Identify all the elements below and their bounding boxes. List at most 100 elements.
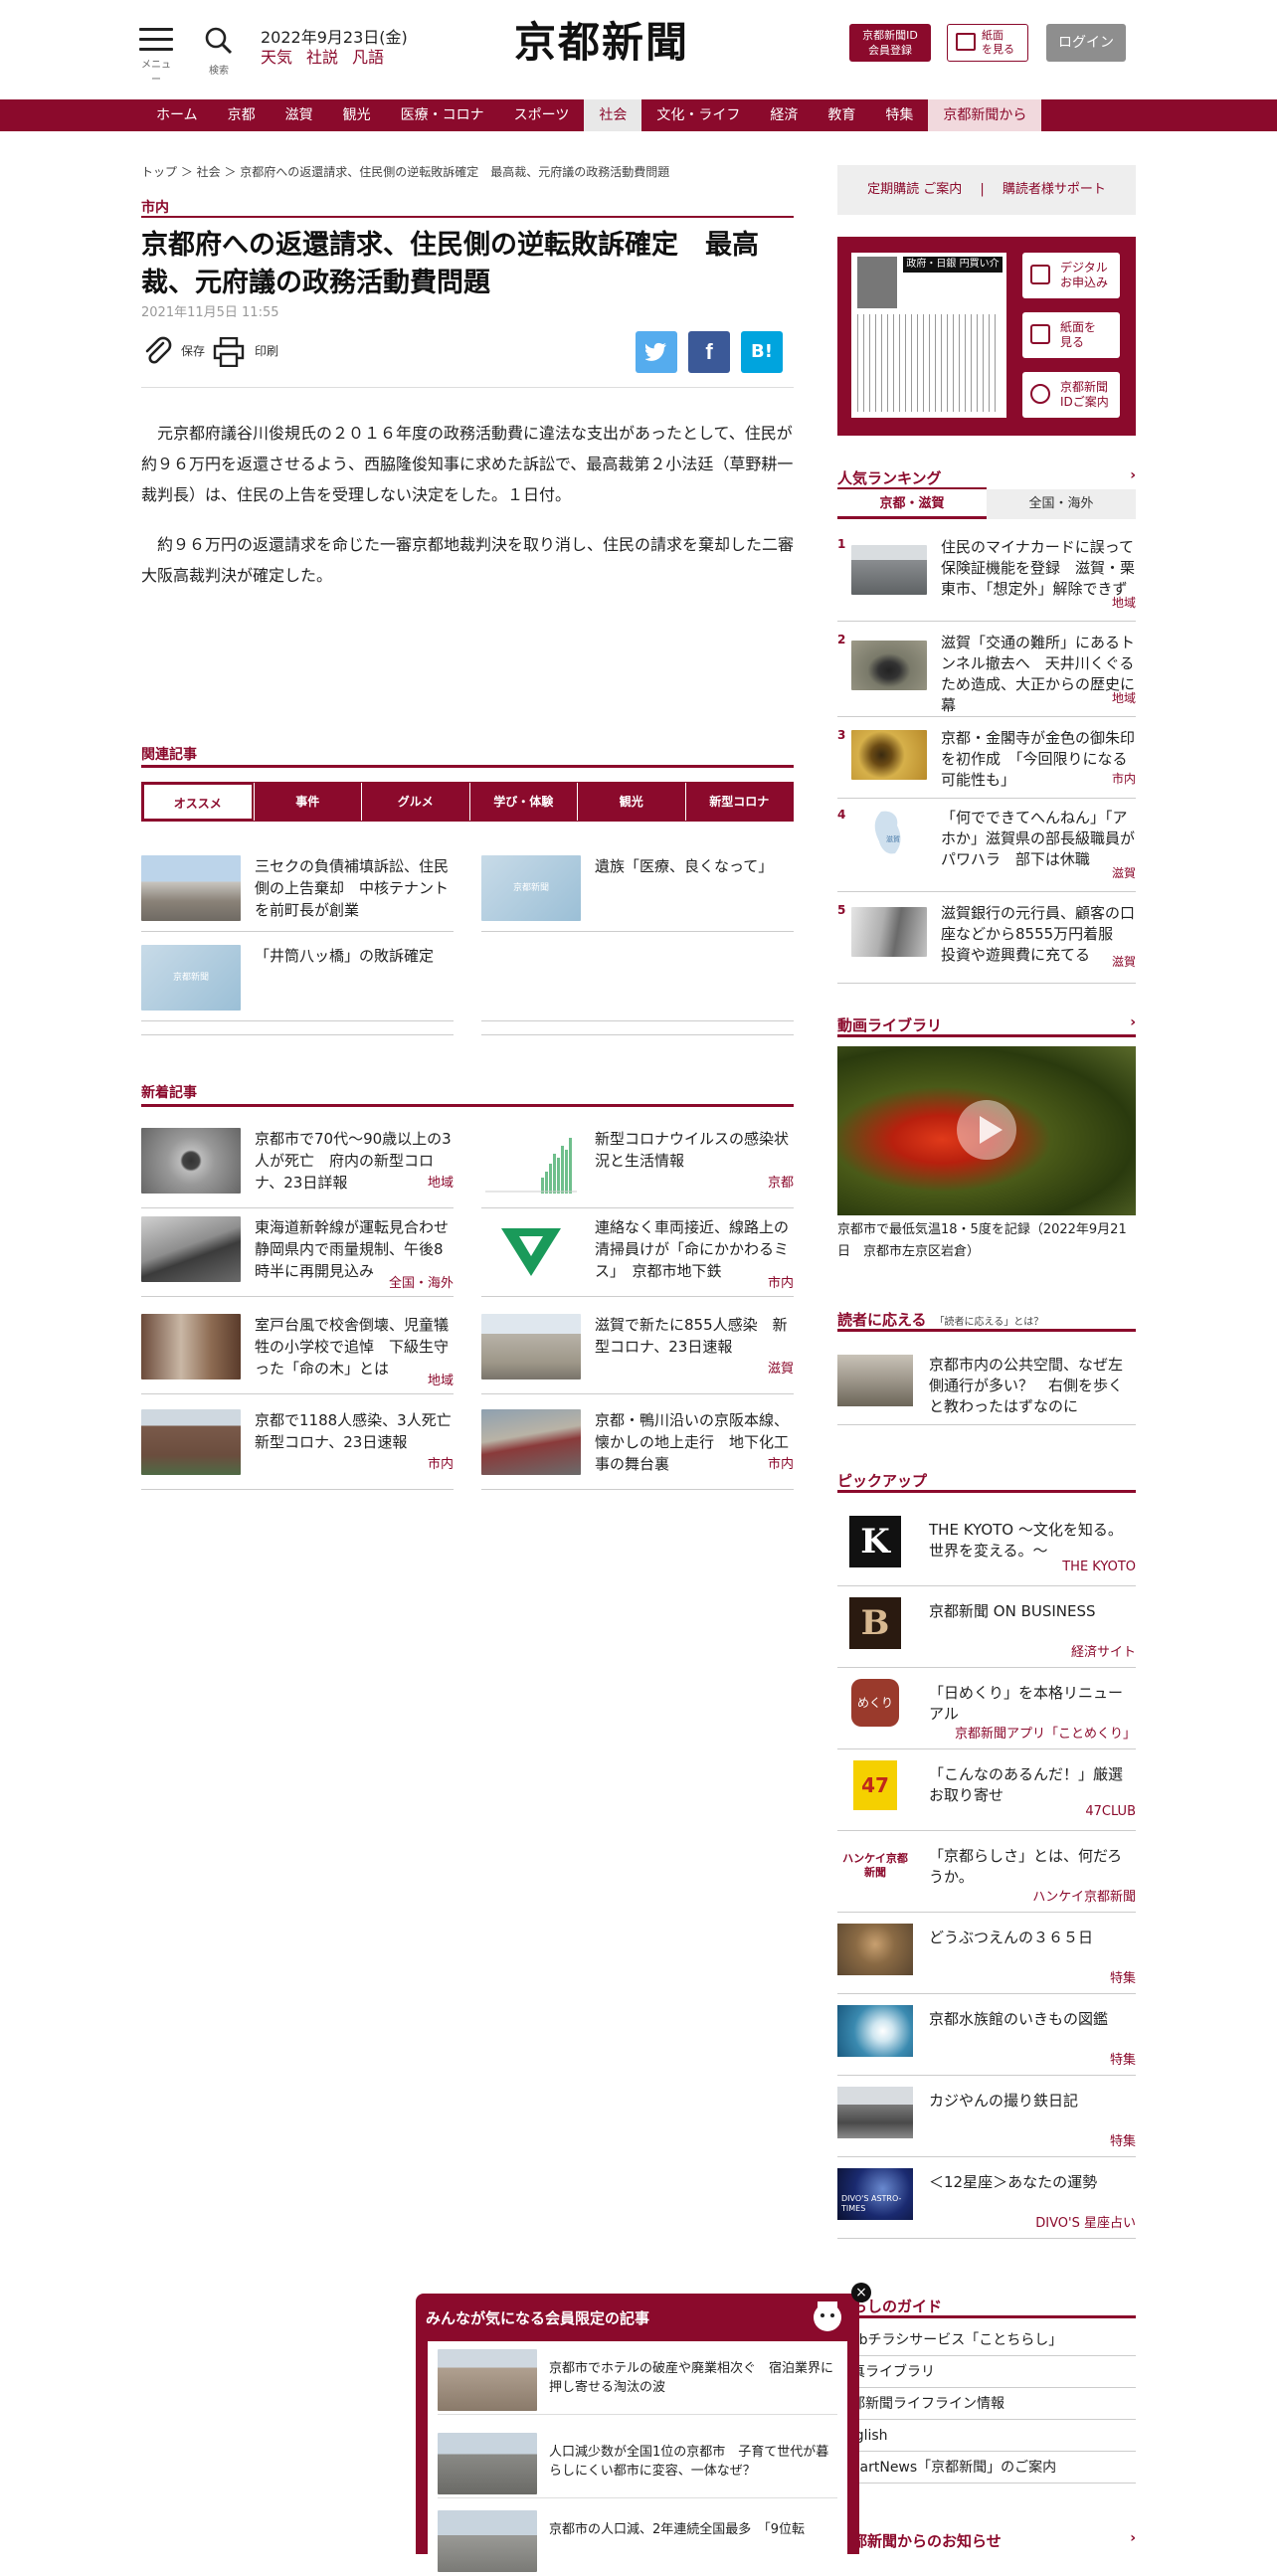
latest-tag[interactable]: 市内 [768, 1453, 794, 1472]
nav-culture[interactable]: 文化・ライフ [641, 99, 755, 131]
tab-learning[interactable]: 学び・体験 [468, 783, 577, 821]
related-item[interactable]: 京都新聞 「井筒八ッ橋」の敗訴確定 [141, 945, 454, 1021]
digital-subscribe-button[interactable]: デジタル お申込み [1022, 253, 1120, 298]
ranking-tag[interactable]: 滋賀 [1112, 864, 1136, 881]
guide-item[interactable]: 京都新聞ライフライン情報 [837, 2389, 1136, 2420]
pickup-item[interactable]: どうぶつえんの３６５日 特集 [837, 1924, 1136, 1994]
save-label[interactable]: 保存 [181, 335, 205, 367]
latest-item[interactable]: 室戸台風で校舎倒壊、児童犠牲の小学校で追悼 下級生守った「命の木」とは 地域 [141, 1314, 454, 1394]
hatena-bookmark-button[interactable]: B! [741, 331, 783, 373]
pickup-tag[interactable]: 47CLUB [1085, 1804, 1136, 1819]
pickup-item[interactable]: カジやんの撮り鉄日記 特集 [837, 2087, 1136, 2157]
latest-tag[interactable]: 京都 [768, 1172, 794, 1191]
nav-sports[interactable]: スポーツ [499, 99, 585, 131]
pickup-item[interactable]: K THE KYOTO ～文化を知る。世界を変える。～ THE KYOTO [837, 1516, 1136, 1586]
nav-from-kyoto-np[interactable]: 京都新聞から [928, 99, 1042, 131]
popup-article[interactable]: 京都市でホテルの破産や廃業相次ぐ 宿泊業界に押し寄せる淘汰の波 [438, 2341, 837, 2415]
guide-item[interactable]: SmartNews「京都新聞」のご案内 [837, 2453, 1136, 2484]
pickup-item[interactable]: 47 「こんなのあるんだ！」厳選お取り寄せ 47CLUB [837, 1760, 1136, 1831]
popup-article[interactable]: 人口減少数が全国1位の京都市 子育て世代が暮らしにくい都市に変容、一体なぜ？ [438, 2425, 837, 2498]
article-category[interactable]: 市内 [141, 197, 169, 217]
play-icon[interactable] [955, 1098, 1018, 1162]
latest-tag[interactable]: 市内 [768, 1272, 794, 1291]
breadcrumb[interactable]: トップ ＞ 社会 ＞ 京都府への返還請求、住民側の逆転敗訴確定 最高裁、元府議の… [141, 163, 669, 180]
ranking-tag[interactable]: 市内 [1112, 770, 1136, 787]
search-button[interactable]: 検索 [201, 26, 237, 77]
tab-kyoto-shiga[interactable]: 京都・滋賀 [837, 489, 987, 519]
nav-home[interactable]: ホーム [141, 99, 213, 131]
readers-about-link[interactable]: 「読者に応える」とは？ [935, 1317, 1044, 1328]
nav-medical[interactable]: 医療・コロナ [386, 99, 499, 131]
latest-item[interactable]: 京都で1188人感染、3人死亡 新型コロナ、23日速報 市内 [141, 1409, 466, 1490]
popup-article[interactable]: 京都市の人口減、2年連続全国最多 「9位転 [438, 2502, 837, 2576]
nav-society[interactable]: 社会 [584, 99, 642, 131]
subscription-link[interactable]: 定期購読 ご案内 [867, 182, 962, 197]
weather-link[interactable]: 天気 [261, 48, 292, 67]
print-icon[interactable] [213, 337, 245, 367]
bongo-link[interactable]: 凡語 [352, 48, 384, 67]
ranking-item[interactable]: 2 滋賀「交通の難所」にあるトンネル撤去へ 天井川くぐるため造成、大正からの歴史… [837, 633, 1136, 717]
reader-support-link[interactable]: 購読者様サポート [1003, 182, 1106, 197]
guide-item[interactable]: 写真ライブラリ [837, 2357, 1136, 2388]
ranking-item[interactable]: 3 京都・金閣寺が金色の御朱印を初作成 「今回限りになる可能性も」 市内 [837, 728, 1136, 799]
pickup-item[interactable]: 京都水族館のいきもの図鑑 特集 [837, 2005, 1136, 2076]
pickup-item[interactable]: B 京都新聞 ON BUSINESS 経済サイト [837, 1597, 1136, 1668]
notice-heading[interactable]: 京都新聞からのお知らせ › [837, 2530, 1136, 2551]
latest-item[interactable]: 京都市で70代～90歳以上の3人が死亡 府内の新型コロナ、23日詳報 地域 [141, 1128, 454, 1208]
pickup-tag[interactable]: DIVO'S 星座占い [1035, 2212, 1136, 2231]
view-paper-side-button[interactable]: 紙面を 見る [1022, 312, 1120, 358]
nav-economy[interactable]: 経済 [755, 99, 813, 131]
latest-tag[interactable]: 滋賀 [768, 1358, 794, 1377]
menu-button[interactable]: メニュー [139, 28, 173, 86]
readers-heading[interactable]: 読者に応える 「読者に応える」とは？ [837, 1309, 1136, 1330]
tab-incidents[interactable]: 事件 [253, 783, 361, 821]
site-logo[interactable]: 京都新聞 [497, 18, 706, 68]
latest-tag[interactable]: 全国・海外 [389, 1272, 454, 1291]
tab-tourism[interactable]: 観光 [577, 783, 685, 821]
facebook-share-button[interactable]: f [688, 331, 730, 373]
latest-tag[interactable]: 地域 [428, 1370, 454, 1388]
nav-shiga[interactable]: 滋賀 [271, 99, 328, 131]
latest-item[interactable]: 東海道新幹線が運転見合わせ 静岡県内で雨量規制、午後8時半に再開見込み 全国・海… [141, 1216, 463, 1297]
ranking-item[interactable]: 5 滋賀銀行の元行員、顧客の口座などから8555万円着服 投資や遊興費に充てる … [837, 903, 1136, 984]
latest-item[interactable]: 京都・鴨川沿いの京阪本線、懐かしの地上走行 地下化工事の舞台裏 市内 [481, 1409, 794, 1490]
print-label[interactable]: 印刷 [255, 335, 278, 367]
latest-item[interactable]: 滋賀で新たに855人感染 新型コロナ、23日速報 滋賀 [481, 1314, 794, 1394]
twitter-share-button[interactable] [636, 331, 677, 373]
pickup-tag[interactable]: ハンケイ京都新聞 [1032, 1886, 1136, 1905]
latest-item[interactable]: 連絡なく車両接近、線路上の清掃員けが「命にかかわるミス」 京都市地下鉄 市内 [481, 1216, 794, 1297]
id-info-button[interactable]: 京都新聞 IDご案内 [1022, 372, 1120, 418]
ranking-tag[interactable]: 地域 [1112, 594, 1136, 611]
pickup-tag[interactable]: 特集 [1110, 2130, 1136, 2149]
video-thumbnail[interactable] [837, 1046, 1136, 1215]
pickup-tag[interactable]: 京都新聞アプリ「ことめくり」 [955, 1723, 1136, 1742]
nav-tourism[interactable]: 観光 [328, 99, 386, 131]
guide-item[interactable]: English [837, 2421, 1136, 2452]
popup-close-button[interactable]: × [851, 2283, 871, 2302]
ranking-tag[interactable]: 地域 [1112, 689, 1136, 706]
latest-tag[interactable]: 市内 [428, 1453, 454, 1472]
video-caption[interactable]: 京都市で最低気温18・5度を記録（2022年9月21日 京都市左京区岩倉） [837, 1219, 1136, 1263]
readers-item[interactable]: 京都市内の公共空間、なぜ左側通行が多い？ 右側を歩くと教わったはずなのに [837, 1355, 1136, 1425]
tab-gourmet[interactable]: グルメ [361, 783, 469, 821]
pickup-item[interactable]: ハンケイ京都新聞 「京都らしさ」とは、何だろうか。 ハンケイ京都新聞 [837, 1842, 1136, 1913]
guide-item[interactable]: Webチラシサービス「ことちらし」 [837, 2325, 1136, 2356]
nav-education[interactable]: 教育 [813, 99, 870, 131]
view-paper-button[interactable]: 紙面 を見る [947, 24, 1028, 62]
related-item[interactable]: 京都新聞 遺族「医療、良くなって」 [481, 855, 794, 932]
nav-features[interactable]: 特集 [870, 99, 928, 131]
ranking-heading[interactable]: 人気ランキング › [837, 467, 1136, 488]
pickup-tag[interactable]: 特集 [1110, 2049, 1136, 2068]
login-button[interactable]: ログイン [1046, 24, 1126, 62]
ranking-item[interactable]: 1 住民のマイナカードに誤って保険証機能を登録 滋賀・栗東市、「想定外」解除でき… [837, 537, 1136, 622]
tab-covid[interactable]: 新型コロナ [684, 783, 793, 821]
pickup-tag[interactable]: THE KYOTO [1062, 1560, 1136, 1574]
tab-recommended[interactable]: オススメ [142, 783, 254, 821]
editorial-link[interactable]: 社説 [306, 48, 338, 67]
newspaper-front-page[interactable]: 政府・日銀 円買い介入 [851, 253, 1006, 418]
id-register-button[interactable]: 京都新聞ID 会員登録 [849, 24, 931, 62]
latest-tag[interactable]: 地域 [428, 1172, 454, 1191]
latest-item[interactable]: 新型コロナウイルスの感染状況と生活情報 京都 [481, 1128, 794, 1208]
pickup-tag[interactable]: 特集 [1110, 1967, 1136, 1986]
pickup-item[interactable]: DIVO'S ASTRO-TIMES ＜12星座＞あなたの運勢 DIVO'S 星… [837, 2168, 1136, 2239]
